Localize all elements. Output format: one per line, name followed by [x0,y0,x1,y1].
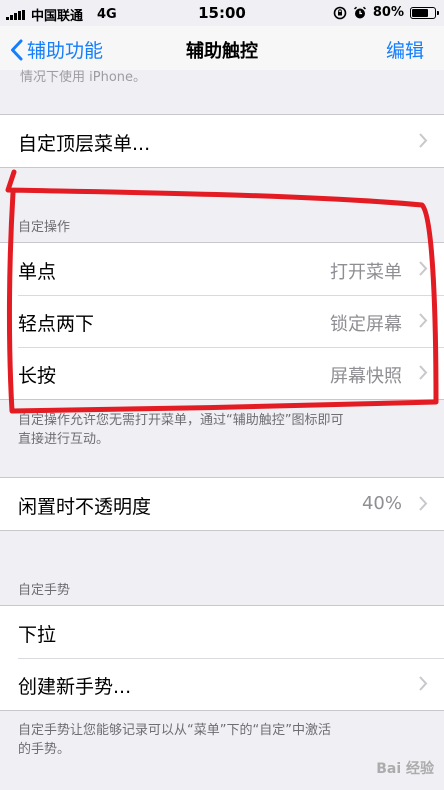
custom-gestures-footer-line: 自定手势让您能够记录可以从“菜单”下的“自定”中激活 [18,723,331,738]
custom-gestures-header: 自定手势 [18,583,71,598]
custom-gestures-group: 下拉 创建新手势... [0,605,444,711]
chevron-right-icon [419,133,428,148]
battery-percentage: 80% [372,5,404,20]
idle-opacity-value: 40% [361,493,402,514]
page-title: 辅助触控 [186,41,258,62]
chevron-right-icon [419,496,428,511]
chevron-right-icon [419,365,428,380]
status-right: 80% [333,5,439,20]
long-press-value: 屏幕快照 [330,366,402,387]
watermark-logo: Bai 经验 [376,761,434,777]
pull-down-label: 下拉 [18,624,57,646]
customize-top-menu-row[interactable]: 自定顶层菜单... [0,115,444,167]
double-tap-label: 轻点两下 [18,313,95,335]
chevron-right-icon [419,676,428,691]
clipped-footer-text: 情况下使用 iPhone。 [20,70,147,85]
chevron-right-icon [419,261,428,276]
pull-down-row[interactable]: 下拉 [0,606,444,658]
custom-actions-group: 单点 打开菜单 轻点两下 锁定屏幕 长按 屏幕快照 [0,242,444,400]
single-tap-value: 打开菜单 [330,262,402,283]
top-menu-group: 自定顶层菜单... [0,114,444,168]
single-tap-label: 单点 [18,261,57,283]
custom-gestures-footer: 自定手势让您能够记录可以从“菜单”下的“自定”中激活 的手势。 [18,721,424,759]
custom-actions-header: 自定操作 [18,220,71,235]
alarm-icon [353,6,366,18]
chevron-right-icon [419,313,428,328]
double-tap-value: 锁定屏幕 [330,314,402,335]
idle-opacity-group: 闲置时不透明度 40% [0,477,444,531]
edit-button[interactable]: 编辑 [386,36,424,63]
battery-level [412,8,428,17]
double-tap-row[interactable]: 轻点两下 锁定屏幕 [0,295,444,347]
single-tap-row[interactable]: 单点 打开菜单 [0,243,444,295]
create-new-gesture-row[interactable]: 创建新手势... [0,658,444,710]
idle-opacity-label: 闲置时不透明度 [18,496,152,518]
custom-gestures-footer-line: 的手势。 [18,742,71,757]
custom-actions-footer: 自定操作允许您无需打开菜单，通过“辅助触控”图标即可 直接进行互动。 [18,411,424,449]
long-press-label: 长按 [18,365,57,387]
customize-top-menu-label: 自定顶层菜单... [18,133,151,155]
status-bar: 中国联通 4G 15:00 80% [0,0,444,26]
long-press-row[interactable]: 长按 屏幕快照 [0,347,444,399]
battery-icon [410,6,439,19]
navigation-bar: 辅助功能 辅助触控 编辑 [0,26,444,70]
idle-opacity-row[interactable]: 闲置时不透明度 40% [0,478,444,530]
create-new-gesture-label: 创建新手势... [18,676,132,698]
custom-actions-footer-line: 自定操作允许您无需打开菜单，通过“辅助触控”图标即可 [18,413,344,428]
custom-actions-footer-line: 直接进行互动。 [18,432,110,447]
orientation-lock-icon [333,6,347,19]
